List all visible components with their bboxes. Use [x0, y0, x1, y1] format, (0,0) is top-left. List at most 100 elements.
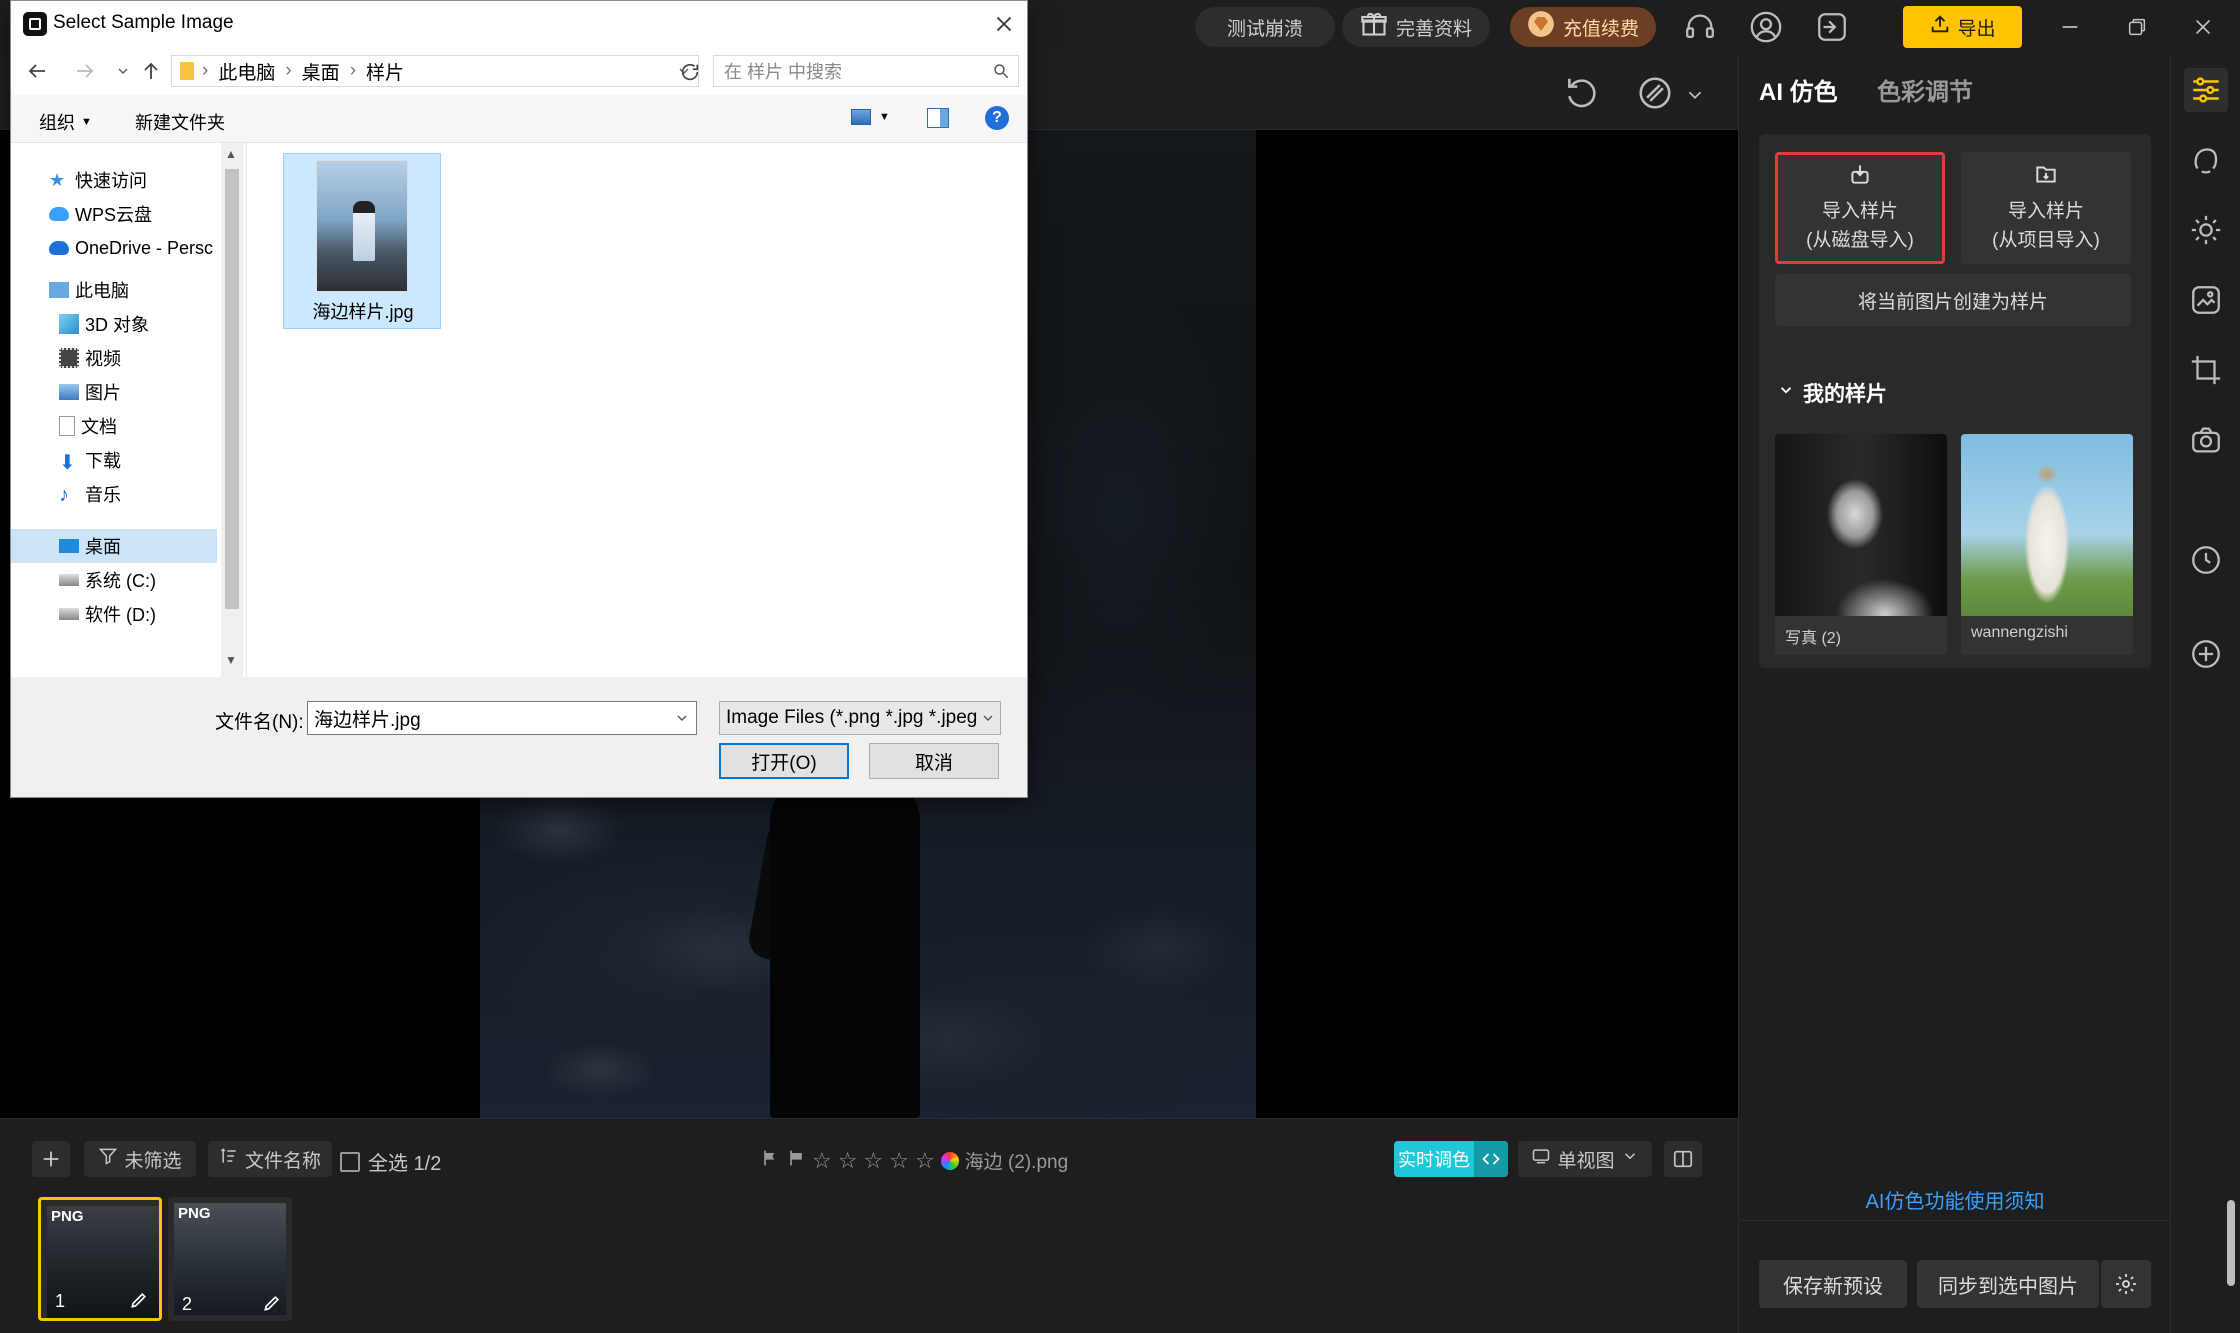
nav-downloads[interactable]: ⬇ 下载 [59, 443, 121, 477]
nav-desktop[interactable]: 桌面 [59, 529, 121, 563]
minimize-window-icon[interactable] [2053, 10, 2087, 44]
nav-pictures[interactable]: 图片 [59, 375, 121, 409]
nav-drive-c[interactable]: 系统 (C:) [59, 563, 156, 597]
export-button[interactable]: 导出 [1903, 6, 2022, 48]
save-preset-button[interactable]: 保存新预设 [1759, 1260, 1907, 1308]
face-portrait-icon[interactable] [2184, 138, 2228, 182]
sample-card-wannengzishi[interactable]: wannengzishi [1961, 434, 2133, 655]
complete-profile-button[interactable]: 完善资料 [1342, 7, 1490, 47]
sync-selected-button[interactable]: 同步到选中图片 [1917, 1260, 2099, 1308]
my-samples-header[interactable]: 我的样片 [1777, 378, 1887, 408]
refresh-icon[interactable] [679, 61, 701, 88]
import-from-disk-button[interactable]: 导入样片 (从磁盘导入) [1775, 152, 1945, 264]
user-account-icon[interactable] [1748, 9, 1784, 45]
address-bar[interactable]: › 此电脑 › 桌面 › 样片 [171, 55, 699, 87]
nav-documents[interactable]: 文档 [59, 409, 117, 443]
new-folder-button[interactable]: 新建文件夹 [135, 109, 225, 135]
flag-icon[interactable] [760, 1148, 780, 1174]
compare-circle-icon[interactable] [1636, 74, 1674, 112]
add-tool-icon[interactable] [2184, 632, 2228, 676]
restore-window-icon[interactable] [2120, 10, 2154, 44]
thumbnail-format: PNG [178, 1205, 211, 1222]
help-icon[interactable]: ? [985, 106, 1009, 130]
dialog-command-bar: 组织 ▼ 新建文件夹 ▼ ? [11, 95, 1027, 143]
reject-flag-icon[interactable] [786, 1148, 806, 1174]
view-options-icon[interactable]: ▼ [851, 109, 890, 125]
add-image-button[interactable] [32, 1141, 70, 1177]
camera-icon[interactable] [2184, 418, 2228, 462]
star-icon[interactable]: ☆ [838, 1148, 858, 1174]
crash-test-label: 测试崩溃 [1226, 18, 1303, 40]
tab-ai-imitate[interactable]: AI 仿色 [1759, 72, 1838, 107]
back-arrow-icon[interactable] [25, 59, 49, 88]
logout-icon[interactable] [1814, 9, 1850, 45]
star-icon[interactable]: ☆ [812, 1148, 832, 1174]
nav-drive-d[interactable]: 软件 (D:) [59, 597, 156, 631]
breadcrumb-this-pc[interactable]: 此电脑 [218, 58, 275, 85]
up-arrow-icon[interactable] [139, 59, 163, 88]
scrollbar-thumb[interactable] [225, 169, 239, 609]
crash-test-button[interactable]: 测试崩溃 [1195, 7, 1335, 47]
import-from-project-button[interactable]: 导入样片 (从项目导入) [1961, 152, 2131, 264]
nav-videos[interactable]: 视频 [59, 341, 121, 375]
forward-arrow-icon[interactable] [73, 59, 97, 88]
tab-color-adjust[interactable]: 色彩调节 [1877, 72, 1973, 107]
history-clock-icon[interactable] [2184, 538, 2228, 582]
filter-button[interactable]: 未筛选 [84, 1141, 196, 1177]
nav-this-pc[interactable]: 此电脑 [49, 273, 129, 307]
organize-menu[interactable]: 组织 ▼ [39, 109, 92, 135]
support-headset-icon[interactable] [1682, 9, 1718, 45]
adjust-sliders-icon[interactable] [2184, 68, 2228, 112]
thumbnail-2[interactable]: PNG 2 [168, 1197, 292, 1321]
cancel-button[interactable]: 取消 [869, 743, 999, 779]
color-label-icon[interactable] [940, 1151, 959, 1170]
nav-3d-objects[interactable]: 3D 对象 [59, 307, 149, 341]
drive-icon [59, 608, 79, 620]
nav-music[interactable]: ♪ 音乐 [59, 477, 121, 511]
settings-gear-icon[interactable] [2101, 1260, 2151, 1308]
side-scrollbar[interactable] [2227, 1200, 2235, 1286]
view-mode-dropdown[interactable]: 单视图 [1518, 1141, 1652, 1177]
nav-scrollbar[interactable]: ▲ ▼ [221, 143, 243, 677]
nav-quick-access[interactable]: ★ 快速访问 [49, 163, 147, 197]
preview-pane-icon[interactable] [927, 108, 949, 128]
sample-card-portrait[interactable]: 写真 (2) [1775, 434, 1947, 655]
chevron-down-icon[interactable] [1684, 84, 1706, 106]
close-window-icon[interactable] [2186, 10, 2220, 44]
search-input[interactable]: 在 样片 中搜索 [713, 55, 1019, 87]
star-icon[interactable]: ☆ [915, 1148, 935, 1174]
edit-pencil-icon[interactable] [129, 1290, 149, 1310]
reset-rotate-icon[interactable] [1563, 74, 1601, 112]
select-all-checkbox[interactable]: 全选 1/2 [340, 1147, 441, 1176]
nav-wps-cloud[interactable]: WPS云盘 [49, 197, 152, 231]
recent-dropdown-icon[interactable] [115, 63, 131, 84]
edit-pencil-icon[interactable] [262, 1293, 282, 1313]
nav-onedrive[interactable]: OneDrive - Persc [49, 231, 213, 265]
create-sample-from-current-button[interactable]: 将当前图片创建为样片 [1775, 274, 2131, 326]
split-compare-icon[interactable] [1664, 1141, 1702, 1177]
desktop-icon [59, 539, 79, 553]
realtime-color-toggle[interactable]: 实时调色 [1394, 1141, 1508, 1177]
thumbnail-1[interactable]: PNG 1 [38, 1197, 162, 1321]
recharge-button[interactable]: 充值续费 [1510, 7, 1656, 47]
file-type-value: Image Files (*.png *.jpg *.jpeg [726, 707, 978, 728]
open-button[interactable]: 打开(O) [719, 743, 849, 779]
image-edit-icon[interactable] [2184, 278, 2228, 322]
create-sample-label: 将当前图片创建为样片 [1857, 291, 2048, 313]
ai-notice-link[interactable]: AI仿色功能使用须知 [1739, 1185, 2171, 1214]
file-item-selected[interactable]: 海边样片.jpg [283, 153, 441, 329]
light-sun-icon[interactable] [2184, 208, 2228, 252]
sort-button[interactable]: 文件名称 [208, 1141, 332, 1177]
file-type-select[interactable]: Image Files (*.png *.jpg *.jpeg [719, 701, 1001, 735]
filename-input[interactable]: 海边样片.jpg [307, 701, 697, 735]
thumbnail-index: 1 [55, 1291, 66, 1311]
star-icon[interactable]: ☆ [863, 1148, 883, 1174]
crop-icon[interactable] [2184, 348, 2228, 392]
chevron-down-icon[interactable] [674, 710, 690, 732]
star-icon[interactable]: ☆ [889, 1148, 909, 1174]
close-icon[interactable] [991, 11, 1017, 37]
breadcrumb-desktop[interactable]: 桌面 [302, 58, 340, 85]
chevron-down-icon[interactable] [980, 710, 996, 732]
film-icon [59, 348, 79, 368]
breadcrumb-samples[interactable]: 样片 [366, 58, 404, 85]
